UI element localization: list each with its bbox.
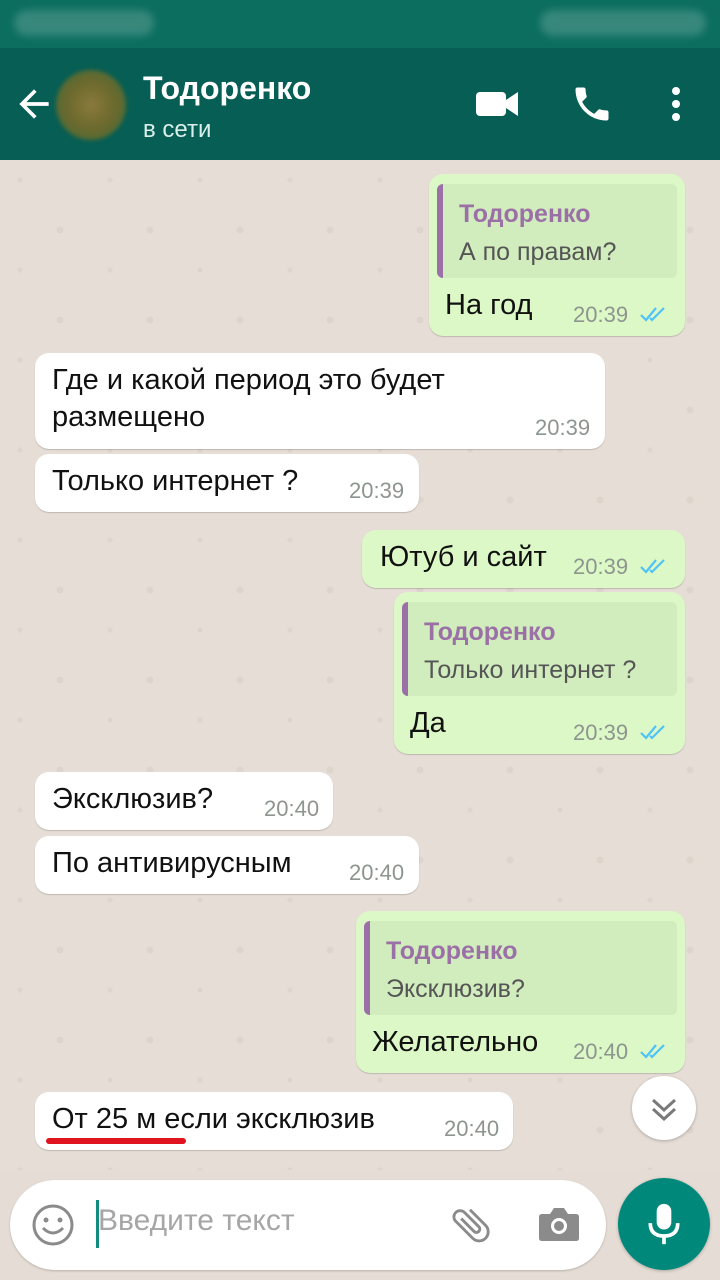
emoji-icon[interactable]: [30, 1202, 76, 1248]
quote-text: Только интернет ?: [424, 656, 637, 684]
message-time: 20:40: [573, 1039, 629, 1064]
quote-text: А по правам?: [459, 238, 617, 266]
status-bar: [0, 0, 720, 48]
message-incoming[interactable]: Только интернет ? 20:39: [35, 454, 419, 512]
read-ticks-icon: [640, 725, 665, 740]
paperclip-icon[interactable]: [448, 1202, 494, 1248]
message-text: По антивирусным: [52, 847, 292, 879]
message-incoming[interactable]: Где и какой период это будет размещено 2…: [35, 353, 605, 449]
more-vert-icon[interactable]: [662, 82, 690, 126]
avatar[interactable]: [56, 70, 126, 140]
chevron-double-down-icon: [651, 1098, 677, 1122]
read-ticks-icon: [640, 307, 665, 322]
video-call-icon[interactable]: [474, 86, 520, 122]
message-text: Только интернет ?: [52, 465, 299, 497]
message-time: 20:39: [573, 302, 629, 327]
read-ticks-icon: [640, 1044, 665, 1059]
quoted-message[interactable]: Тодоренко Эксклюзив?: [364, 921, 677, 1015]
message-time: 20:39: [573, 720, 629, 745]
quote-author: Тодоренко: [386, 937, 518, 965]
message-outgoing[interactable]: Тодоренко Эксклюзив? Желательно 20:40: [356, 911, 685, 1073]
message-time: 20:40: [264, 796, 320, 821]
message-time: 20:39: [349, 478, 405, 503]
phone-icon[interactable]: [570, 82, 614, 126]
message-time: 20:40: [444, 1116, 500, 1141]
microphone-icon: [648, 1203, 680, 1245]
quote-text: Эксклюзив?: [386, 975, 525, 1003]
message-time: 20:39: [573, 554, 629, 579]
message-text: Ютуб и сайт: [380, 541, 547, 573]
message-time: 20:40: [349, 860, 405, 885]
quoted-message[interactable]: Тодоренко А по правам?: [437, 184, 677, 278]
message-outgoing[interactable]: Тодоренко Только интернет ? Да 20:39: [394, 592, 685, 754]
message-text: От 25 м если эксклюзив: [52, 1103, 375, 1135]
back-arrow-icon[interactable]: [12, 82, 56, 126]
quote-author: Тодоренко: [459, 200, 591, 228]
camera-icon[interactable]: [536, 1204, 582, 1244]
message-time: 20:39: [535, 415, 591, 440]
message-text: Желательно: [372, 1026, 539, 1058]
message-incoming[interactable]: Эксклюзив? 20:40: [35, 772, 333, 830]
quoted-message[interactable]: Тодоренко Только интернет ?: [402, 602, 677, 696]
message-text: На год: [445, 289, 533, 321]
message-outgoing[interactable]: Тодоренко А по правам? На год 20:39: [429, 174, 685, 336]
message-text-line2: размещено: [52, 401, 206, 433]
message-input[interactable]: Введите текст: [98, 1204, 295, 1238]
quote-author: Тодоренко: [424, 618, 556, 646]
read-ticks-icon: [640, 559, 665, 574]
message-input-bar: Введите текст: [10, 1180, 606, 1270]
scroll-to-bottom-button[interactable]: [632, 1076, 696, 1140]
contact-status: в сети: [143, 116, 212, 143]
chat-header: Тодоренко в сети: [0, 48, 720, 160]
message-text: Эксклюзив?: [52, 783, 214, 815]
contact-name[interactable]: Тодоренко: [143, 70, 311, 107]
red-annotation-underline: [46, 1138, 186, 1144]
message-text-line1: Где и какой период это будет: [52, 364, 445, 396]
message-outgoing[interactable]: Ютуб и сайт 20:39: [362, 530, 685, 588]
message-text: Да: [410, 707, 446, 739]
microphone-button[interactable]: [618, 1178, 710, 1270]
message-incoming[interactable]: По антивирусным 20:40: [35, 836, 419, 894]
